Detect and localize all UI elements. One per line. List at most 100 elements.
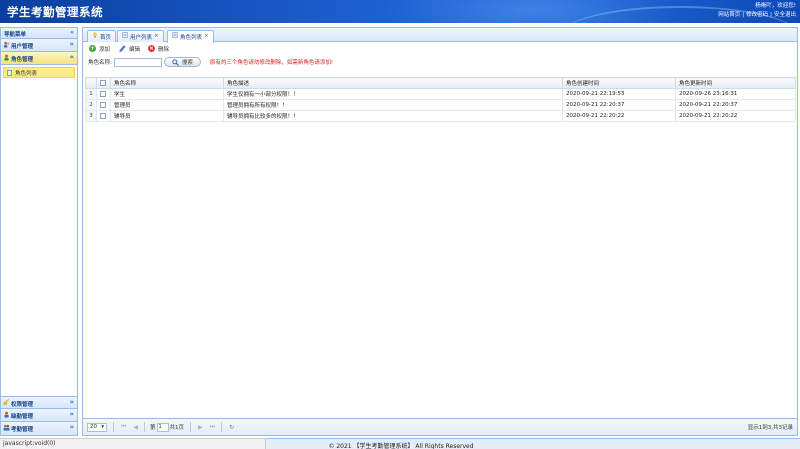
search-bar: 角色名称: 搜索 原有的三个角色请勿修改删除，如需新角色请添加! — [83, 55, 797, 69]
edit-label: 编辑 — [129, 46, 141, 53]
collapse-left-icon[interactable]: « — [70, 29, 74, 36]
table-row[interactable]: 3 辅导员 辅导员拥有比较多的权限！！ 2020-09-21 22:20:22 … — [85, 110, 796, 122]
role-updated-cell: 2020-09-21 22:20:37 — [675, 99, 796, 111]
role-desc-cell: 管理员拥有所有权限！！ — [223, 99, 563, 111]
first-page-icon[interactable]: ⏮ — [121, 423, 126, 431]
nav-panel-users[interactable]: 用户管理 » — [1, 39, 77, 52]
nav-panel-label: 缺勤管理 — [11, 414, 34, 420]
row-number: 2 — [85, 99, 97, 111]
role-desc-cell: 学生仅拥有一小部分权限！！ — [223, 88, 563, 100]
select-all-checkbox[interactable] — [100, 79, 106, 86]
tab-strip: 首页 用户列表 × 角色列表 × — [83, 28, 797, 43]
last-page-icon[interactable]: ⏭ — [210, 423, 215, 431]
nav-panel-permissions[interactable]: 权限管理 » — [1, 396, 77, 409]
tab-user-list[interactable]: 用户列表 × — [117, 30, 164, 42]
page-footer: © 2021 【学生考勤管理系统】 All Rights Reserved — [266, 438, 800, 449]
header-links: 网站首页 | 修改密码 | 安全退出 — [718, 11, 796, 20]
role-icon — [4, 54, 9, 61]
role-grid: 角色名称 角色描述 角色创建时间 角色更新时间 1 学生 学生仅拥有一小部分权限… — [85, 77, 796, 122]
pager-separator — [144, 422, 146, 432]
chevron-down-icon[interactable]: » — [69, 410, 74, 418]
page-size-value: 20 — [90, 424, 97, 430]
search-button[interactable]: 搜索 — [163, 57, 201, 67]
edit-button[interactable]: 编辑 — [118, 44, 141, 53]
users-icon — [3, 41, 10, 48]
nav-menu-header: 导航菜单 « — [1, 28, 77, 39]
document-icon — [172, 32, 178, 38]
tab-role-list[interactable]: 角色列表 × — [167, 30, 214, 43]
role-name-cell: 辅导员 — [110, 110, 224, 122]
table-row[interactable]: 2 管理员 管理员拥有所有权限！！ 2020-09-21 22:20:37 20… — [85, 99, 796, 111]
close-icon[interactable]: × — [154, 33, 159, 39]
role-updated-cell: 2020-09-21 22:20:22 — [675, 110, 796, 122]
nav-panel-roles[interactable]: 角色管理 « — [1, 52, 77, 65]
page-size-select[interactable]: 20 ▾ — [87, 422, 107, 432]
link-separator: | — [742, 12, 745, 18]
prev-page-icon[interactable]: ◀ — [133, 424, 138, 431]
pager-separator — [190, 422, 192, 432]
next-page-icon[interactable]: ▶ — [198, 424, 203, 431]
chevron-down-icon[interactable]: » — [69, 398, 74, 406]
delete-button[interactable]: × 删除 — [148, 45, 169, 53]
key-icon — [3, 399, 10, 406]
row-checkbox[interactable] — [100, 112, 106, 119]
row-select-cell[interactable] — [96, 99, 111, 111]
column-header[interactable]: 角色名称 — [110, 77, 224, 89]
refresh-icon[interactable]: ↻ — [229, 424, 234, 431]
chevron-up-icon[interactable]: « — [69, 53, 74, 61]
page-number-input[interactable]: 1 — [156, 422, 169, 432]
nav-panel-absence[interactable]: 缺勤管理 » — [1, 409, 77, 422]
link-separator: | — [770, 12, 772, 18]
document-icon — [7, 69, 12, 76]
row-number: 3 — [85, 110, 97, 122]
column-header[interactable]: 角色描述 — [223, 77, 563, 89]
pager-separator — [113, 422, 114, 432]
close-icon[interactable]: × — [204, 33, 209, 39]
home-link[interactable]: 网站首页 — [718, 12, 740, 18]
row-checkbox[interactable] — [100, 101, 106, 108]
role-created-cell: 2020-09-21 22:20:22 — [562, 110, 676, 122]
nav-menu-title: 导航菜单 — [4, 32, 27, 38]
role-desc-cell: 辅导员拥有比较多的权限！！ — [223, 110, 563, 122]
tab-label: 用户列表 — [130, 35, 153, 41]
document-icon — [122, 32, 128, 38]
warning-hint: 原有的三个角色请勿修改删除，如需新角色请添加! — [209, 60, 334, 66]
nav-item-label: 角色列表 — [15, 70, 38, 77]
change-password-link[interactable]: 修改密码 — [746, 12, 768, 18]
welcome-text: 杨晰吖，欢迎您! — [755, 3, 796, 9]
delete-label: 删除 — [158, 46, 170, 53]
tab-label: 首页 — [100, 35, 112, 41]
group-icon — [3, 424, 10, 431]
row-select-cell[interactable] — [96, 110, 111, 122]
app-header: 学生考勤管理系统 杨晰吖，欢迎您! 网站首页 | 修改密码 | 安全退出 — [0, 0, 800, 23]
nav-menu: 导航菜单 « 用户管理 » 角色管理 « 角色列表 权限管理 » 缺勤管理 » … — [0, 27, 78, 436]
pager-separator — [221, 422, 223, 432]
column-header[interactable]: 角色创建时间 — [562, 77, 676, 89]
delete-icon: × — [148, 45, 156, 52]
pagination-bar: 20 ▾ ⏮ ◀ 第 1 共1页 ▶ ⏭ ↻ 显示1到3,共3记录 — [83, 418, 797, 435]
row-number-header — [85, 77, 97, 89]
logout-link[interactable]: 安全退出 — [774, 12, 796, 18]
row-select-cell[interactable] — [96, 88, 111, 100]
table-row[interactable]: 1 学生 学生仅拥有一小部分权限！！ 2020-09-21 22:19:53 2… — [85, 88, 796, 100]
row-checkbox[interactable] — [100, 90, 106, 97]
chevron-down-icon[interactable]: » — [69, 40, 74, 48]
nav-panel-attendance[interactable]: 考勤管理 » — [1, 422, 77, 435]
search-button-label: 搜索 — [181, 60, 193, 66]
dropdown-arrow-icon: ▾ — [101, 424, 104, 430]
role-name-cell: 学生 — [110, 88, 224, 100]
add-button[interactable]: + 添加 — [89, 45, 110, 53]
lightbulb-icon — [93, 32, 97, 38]
select-all-header[interactable] — [96, 77, 111, 89]
role-name-input[interactable] — [113, 57, 162, 67]
nav-item-role-list[interactable]: 角色列表 — [3, 67, 75, 78]
table-header-row: 角色名称 角色描述 角色创建时间 角色更新时间 — [85, 77, 796, 89]
pager-info: 显示1到3,共3记录 — [747, 425, 793, 431]
main-content: 首页 用户列表 × 角色列表 × + 添加 编辑 × 删除 角色名称: 搜索 原… — [82, 27, 798, 436]
search-label: 角色名称: — [88, 60, 112, 66]
tab-home[interactable]: 首页 — [87, 30, 117, 42]
grid-toolbar: + 添加 编辑 × 删除 — [83, 42, 797, 55]
nav-panel-label: 权限管理 — [11, 402, 34, 408]
column-header[interactable]: 角色更新时间 — [675, 77, 796, 89]
chevron-down-icon[interactable]: » — [69, 423, 74, 431]
